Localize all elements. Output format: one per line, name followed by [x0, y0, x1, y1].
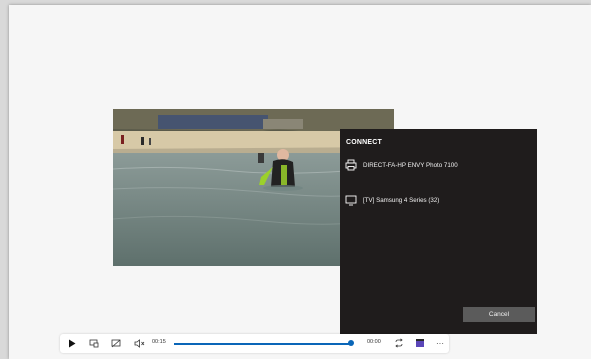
cancel-button[interactable]: Cancel: [463, 307, 535, 322]
current-time: 00:15: [152, 339, 166, 345]
repeat-button[interactable]: [392, 337, 406, 350]
volume-button[interactable]: [132, 337, 146, 350]
mini-view-button[interactable]: [88, 337, 100, 350]
app-window: CONNECT DIRECT-FA-HP ENVY Photo 7100 [TV…: [9, 5, 591, 359]
connect-panel: CONNECT DIRECT-FA-HP ENVY Photo 7100 [TV…: [340, 129, 537, 334]
play-button[interactable]: [66, 337, 78, 350]
more-icon: ···: [436, 339, 444, 348]
cast-button[interactable]: [110, 337, 122, 350]
repeat-icon: [394, 335, 404, 353]
remaining-time: 00:00: [367, 339, 381, 345]
seek-bar[interactable]: [174, 343, 350, 345]
device-item-printer[interactable]: DIRECT-FA-HP ENVY Photo 7100: [344, 156, 529, 174]
connect-title: CONNECT: [346, 139, 383, 146]
volume-icon: [134, 335, 145, 353]
device-item-tv[interactable]: [TV] Samsung 4 Series (32): [344, 191, 529, 209]
seek-thumb[interactable]: [348, 340, 354, 346]
playlist-button[interactable]: [413, 337, 427, 350]
play-icon: [68, 335, 76, 353]
more-button[interactable]: ···: [434, 337, 446, 350]
device-label: DIRECT-FA-HP ENVY Photo 7100: [363, 161, 458, 169]
playlist-icon: [415, 335, 425, 353]
cast-icon: [111, 335, 121, 353]
monitor-icon: [344, 193, 358, 207]
printer-icon: [344, 158, 358, 172]
mini-view-icon: [89, 335, 99, 353]
player-controls: 00:15 00:00 ···: [60, 334, 449, 353]
device-label: [TV] Samsung 4 Series (32): [363, 196, 440, 204]
